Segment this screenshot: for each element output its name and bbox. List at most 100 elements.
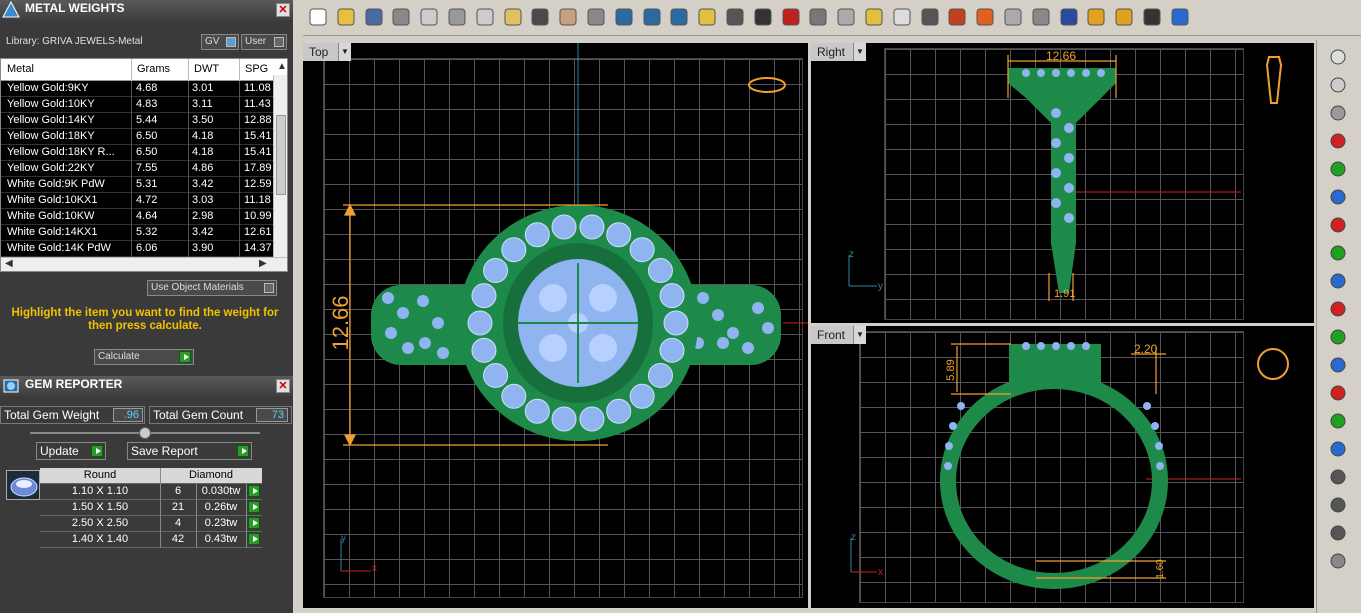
metal-row[interactable]: White Gold:9K PdW 5.31 3.42 12.59	[1, 177, 273, 193]
viewport-front[interactable]: Front ▼ 5.89 2.20 1.60 z x	[811, 326, 1314, 608]
light-bulb-icon[interactable]	[1327, 74, 1349, 96]
shrink-vertical-icon[interactable]	[1327, 410, 1349, 432]
arrow-up-blue-icon[interactable]	[1327, 186, 1349, 208]
expand-vertical-blue-icon[interactable]	[1327, 354, 1349, 376]
save-report-play-icon[interactable]	[237, 445, 249, 457]
metal-table[interactable]: Metal Grams DWT SPG Yellow Gold:9KY 4.68 3…	[0, 58, 288, 272]
metal-row[interactable]: Yellow Gold:18KY 6.50 4.18 15.41	[1, 129, 273, 145]
open-folder-icon[interactable]	[335, 6, 357, 28]
scroll-up-icon[interactable]: ▲	[277, 61, 287, 72]
expand-vertical-icon[interactable]	[1327, 326, 1349, 348]
light-icon[interactable]	[891, 6, 913, 28]
sphere-icon[interactable]	[1058, 6, 1080, 28]
column-header-grams[interactable]: Grams	[137, 63, 170, 75]
metal-cell: 11.43	[244, 98, 271, 110]
orbit-icon[interactable]	[835, 6, 857, 28]
metal-cell: 3.42	[192, 178, 214, 190]
layers-icon[interactable]	[946, 6, 968, 28]
undo-icon[interactable]	[529, 6, 551, 28]
metal-row[interactable]: White Gold:10KX1 4.72 3.03 11.18	[1, 193, 273, 209]
line-icon[interactable]	[1327, 494, 1349, 516]
snap-icon[interactable]	[1141, 6, 1163, 28]
scroll-left-icon[interactable]: ◀	[5, 258, 13, 269]
copy-icon[interactable]	[474, 6, 496, 28]
camera-icon[interactable]	[1327, 46, 1349, 68]
calculate-play-icon[interactable]	[179, 351, 191, 363]
use-object-materials-checkbox[interactable]	[264, 283, 274, 293]
line2-icon[interactable]	[1327, 522, 1349, 544]
eraser-icon[interactable]	[1327, 550, 1349, 572]
color-wheel-icon[interactable]	[974, 6, 996, 28]
plane-icon[interactable]	[807, 6, 829, 28]
calculate-button[interactable]: Calculate	[94, 349, 194, 365]
user-toggle[interactable]: User	[241, 34, 287, 50]
move-icon[interactable]	[585, 6, 607, 28]
pan-hand-icon[interactable]	[557, 6, 579, 28]
viewport-right[interactable]: Right ▼ 12.66 1.91 z y	[811, 43, 1314, 323]
column-header-dwt[interactable]: DWT	[194, 63, 219, 75]
paint-icon[interactable]	[1085, 6, 1107, 28]
scroll-right-icon[interactable]: ▶	[259, 258, 267, 269]
print-icon[interactable]	[390, 6, 412, 28]
update-button[interactable]: Update	[36, 442, 106, 460]
metal-row[interactable]: Yellow Gold:9KY 4.68 3.01 11.08	[1, 81, 273, 97]
column-header-spg[interactable]: SPG	[245, 63, 268, 75]
metal-table-horizontal-scrollbar[interactable]: ◀ ▶	[1, 257, 287, 271]
zoom-in-icon[interactable]	[613, 6, 635, 28]
metal-row[interactable]: White Gold:14K PdW 6.06 3.90 14.37	[1, 241, 273, 257]
render-icon[interactable]	[1030, 6, 1052, 28]
metal-row[interactable]: Yellow Gold:18KY R... 6.50 4.18 15.41	[1, 145, 273, 161]
metal-row[interactable]: White Gold:10KW 4.64 2.98 10.99	[1, 209, 273, 225]
metal-weights-close-button[interactable]: ✕	[276, 3, 290, 17]
update-play-icon[interactable]	[91, 445, 103, 457]
sphere-icon[interactable]	[1327, 102, 1349, 124]
gem-reporter-close-button[interactable]: ✕	[276, 379, 290, 393]
arrow-down-blue-icon[interactable]	[1327, 270, 1349, 292]
arrow-left-icon[interactable]	[1327, 214, 1349, 236]
zoom-window-icon[interactable]	[641, 6, 663, 28]
gem-row-play-icon[interactable]	[248, 501, 260, 513]
expand-horizontal-icon[interactable]	[1327, 298, 1349, 320]
metal-row[interactable]: Yellow Gold:10KY 4.83 3.11 11.43	[1, 97, 273, 113]
lock-icon[interactable]	[919, 6, 941, 28]
gv-checkbox[interactable]	[226, 37, 236, 47]
gem-row-play-icon[interactable]	[248, 485, 260, 497]
gv-toggle[interactable]: GV	[201, 34, 239, 50]
arrow-down-icon[interactable]	[1327, 242, 1349, 264]
copy-doc-icon[interactable]	[418, 6, 440, 28]
arrow-up-icon[interactable]	[1327, 158, 1349, 180]
help-icon[interactable]	[1169, 6, 1191, 28]
metal-row[interactable]: Yellow Gold:14KY 5.44 3.50 12.88	[1, 113, 273, 129]
metal-cell: 3.03	[192, 194, 214, 206]
shrink-horizontal-icon[interactable]	[1327, 382, 1349, 404]
use-object-materials-toggle[interactable]: Use Object Materials	[147, 280, 277, 296]
user-checkbox[interactable]	[274, 37, 284, 47]
gem-row-play-icon[interactable]	[248, 533, 260, 545]
slider-knob-icon[interactable]	[139, 427, 151, 439]
select-icon[interactable]	[863, 6, 885, 28]
zoom-extents-icon[interactable]	[668, 6, 690, 28]
metal-row[interactable]: Yellow Gold:22KY 7.55 4.86 17.89	[1, 161, 273, 177]
save-icon[interactable]	[363, 6, 385, 28]
column-header-metal[interactable]: Metal	[7, 63, 34, 75]
scroll-thumb[interactable]	[276, 115, 286, 195]
gear-icon[interactable]	[1113, 6, 1135, 28]
cut-icon[interactable]	[446, 6, 468, 28]
curve-icon[interactable]	[1327, 466, 1349, 488]
metal-weights-hint: Highlight the item you want to find the …	[11, 307, 279, 332]
paste-icon[interactable]	[502, 6, 524, 28]
gem-row-play-icon[interactable]	[248, 517, 260, 529]
save-report-button[interactable]: Save Report	[127, 442, 252, 460]
zoom-icon[interactable]	[696, 6, 718, 28]
shade-icon[interactable]	[1002, 6, 1024, 28]
arrow-right-icon[interactable]	[1327, 130, 1349, 152]
rotate-view-icon[interactable]	[724, 6, 746, 28]
metal-row[interactable]: White Gold:14KX1 5.32 3.42 12.61	[1, 225, 273, 241]
metal-table-vertical-scrollbar[interactable]: ▲ ▼	[273, 61, 287, 271]
new-file-icon[interactable]	[307, 6, 329, 28]
halo-gem	[551, 406, 577, 432]
car-icon[interactable]	[780, 6, 802, 28]
four-views-icon[interactable]	[752, 6, 774, 28]
viewport-top[interactable]: Top ▼ 12.66 y x	[303, 43, 808, 608]
shrink-vertical-blue-icon[interactable]	[1327, 438, 1349, 460]
